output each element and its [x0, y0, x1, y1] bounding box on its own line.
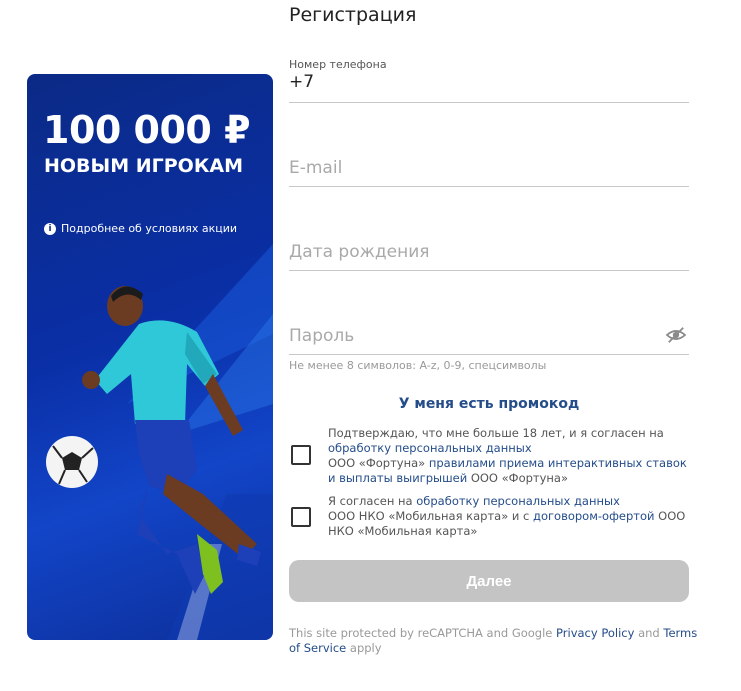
phone-label: Номер телефона	[289, 58, 387, 71]
consent-age-row: Подтверждаю, что мне больше 18 лет, и я …	[291, 426, 691, 486]
info-icon: i	[44, 222, 56, 235]
privacy-policy-link[interactable]: Privacy Policy	[556, 626, 634, 640]
promo-subtitle: НОВЫМ ИГРОКАМ	[44, 155, 243, 177]
next-button[interactable]: Далее	[289, 560, 689, 602]
consent-nko-row: Я согласен на обработку персональных дан…	[291, 494, 691, 540]
recaptcha-text-3: apply	[346, 641, 382, 655]
birthdate-placeholder: Дата рождения	[289, 242, 430, 262]
recaptcha-notice: This site protected by reCAPTCHA and Goo…	[289, 626, 699, 656]
eye-slash-icon[interactable]	[665, 326, 687, 344]
page-title: Регистрация	[289, 4, 417, 26]
recaptcha-text-1: This site protected by reCAPTCHA and Goo…	[289, 626, 557, 640]
recaptcha-text-2: and	[634, 626, 664, 640]
birthdate-field[interactable]: Дата рождения	[289, 242, 689, 271]
promo-info-label: Подробнее об условиях акции	[61, 222, 238, 235]
consent-age-checkbox[interactable]	[291, 445, 311, 465]
personal-data-link-2[interactable]: обработку персональных данных	[416, 494, 620, 508]
consent-age-text-3: ООО «Фортуна»	[467, 471, 569, 485]
password-placeholder: Пароль	[289, 326, 355, 346]
promo-info-link[interactable]: i Подробнее об условиях акции	[44, 222, 237, 235]
consent-nko-text-1: Я согласен на	[328, 494, 417, 508]
personal-data-link-1[interactable]: обработку персональных данных	[328, 441, 532, 455]
consent-nko-text-2: ООО НКО «Мобильная карта» и с	[328, 509, 533, 523]
offer-agreement-link[interactable]: договором-офертой	[533, 509, 655, 523]
consent-age-text: Подтверждаю, что мне больше 18 лет, и я …	[328, 426, 690, 486]
password-field[interactable]: Пароль	[289, 326, 689, 355]
consent-age-text-2: ООО «Фортуна»	[328, 456, 429, 470]
consent-age-text-1: Подтверждаю, что мне больше 18 лет, и я …	[328, 426, 664, 440]
consent-nko-text: Я согласен на обработку персональных дан…	[328, 494, 690, 539]
promo-code-link[interactable]: У меня есть промокод	[289, 396, 689, 412]
phone-field[interactable]: Номер телефона +7	[289, 58, 689, 103]
promo-banner[interactable]: 100 000 ₽ НОВЫМ ИГРОКАМ i Подробнее об у…	[27, 74, 273, 640]
email-field[interactable]: E-mail	[289, 158, 689, 187]
password-hint: Не менее 8 символов: A-z, 0-9, спецсимво…	[289, 359, 547, 372]
email-placeholder: E-mail	[289, 158, 343, 178]
consent-nko-checkbox[interactable]	[291, 507, 311, 527]
phone-value[interactable]: +7	[289, 72, 689, 92]
promo-amount: 100 000 ₽	[43, 108, 251, 152]
